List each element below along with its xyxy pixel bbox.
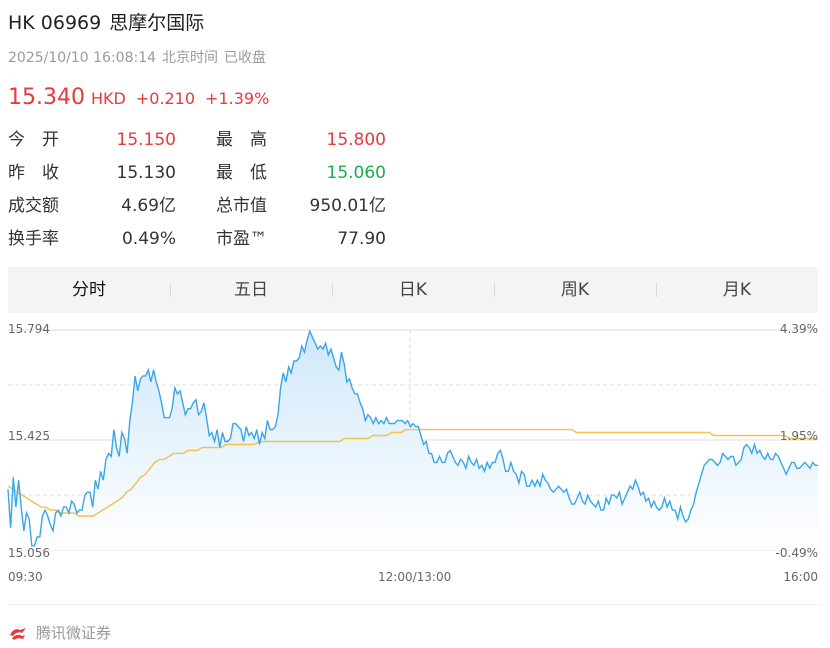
quote-datetime: 2025/10/10 16:08:14 — [8, 50, 157, 66]
y-tick-mid: 15.425 — [8, 429, 50, 443]
stat-market-cap: 总市值 950.01亿 — [216, 194, 386, 218]
pct-tick-top: 4.39% — [779, 322, 818, 336]
stat-label: 市盈™ — [216, 229, 267, 249]
stat-turnover-amount: 成交额 4.69亿 — [8, 194, 176, 218]
stock-name: 思摩尔国际 — [109, 12, 205, 34]
stat-value: 950.01亿 — [309, 196, 386, 216]
price-change: +0.210 — [135, 89, 196, 108]
stat-label: 今 开 — [8, 130, 59, 150]
footer-divider — [8, 604, 822, 605]
stat-low: 最 低 15.060 — [216, 161, 386, 185]
stock-title: HK 06969 思摩尔国际 — [8, 8, 204, 35]
stat-label: 最 高 — [216, 130, 267, 150]
stat-turnover-rate: 换手率 0.49% — [8, 227, 176, 251]
footer: 腾讯微证券 — [8, 622, 111, 643]
tab-monthly-k[interactable]: 月K — [656, 267, 818, 313]
quote-timestamp: 2025/10/10 16:08:14 北京时间 已收盘 — [8, 47, 272, 67]
stat-value: 77.90 — [337, 229, 386, 249]
chart-period-tabs: 分时 五日 日K 周K 月K — [8, 267, 818, 313]
intraday-chart[interactable]: 15.794 15.425 15.056 4.39% 1.95% -0.49% … — [0, 318, 830, 593]
x-tick-close: 16:00 — [783, 570, 818, 584]
stat-prev-close: 昨 收 15.130 — [8, 161, 176, 185]
stock-code: HK 06969 — [8, 12, 102, 34]
stat-label: 昨 收 — [8, 163, 59, 183]
stat-label: 总市值 — [216, 196, 267, 216]
stat-value: 4.69亿 — [121, 196, 176, 216]
y-tick-top: 15.794 — [8, 322, 50, 336]
x-tick-midday: 12:00/13:00 — [378, 570, 452, 584]
pct-tick-bottom: -0.49% — [775, 546, 818, 560]
stat-open: 今 开 15.150 — [8, 128, 176, 152]
stat-high: 最 高 15.800 — [216, 128, 386, 152]
pct-tick-mid: 1.95% — [779, 429, 818, 443]
stat-pe-ttm: 市盈™ 77.90 — [216, 227, 386, 251]
market-status: 已收盘 — [224, 50, 267, 66]
last-price: 15.340 — [8, 85, 85, 110]
y-tick-bottom: 15.056 — [8, 546, 50, 560]
stat-label: 最 低 — [216, 163, 267, 183]
stat-value: 0.49% — [121, 229, 176, 249]
stat-value: 15.060 — [326, 163, 386, 183]
tab-five-day[interactable]: 五日 — [170, 267, 332, 313]
intraday-chart-svg — [7, 329, 818, 551]
tab-intraday[interactable]: 分时 — [8, 267, 170, 313]
stat-value: 15.800 — [326, 130, 386, 150]
price-row: 15.340 HKD +0.210 +1.39% — [8, 85, 269, 110]
footer-brand: 腾讯微证券 — [36, 624, 112, 642]
price-area-fill — [8, 331, 818, 550]
stat-label: 成交额 — [8, 196, 59, 216]
quote-timezone: 北京时间 — [162, 50, 219, 66]
stat-label: 换手率 — [8, 229, 59, 249]
price-change-percent: +1.39% — [205, 89, 270, 108]
x-tick-open: 09:30 — [8, 570, 43, 584]
tab-weekly-k[interactable]: 周K — [494, 267, 656, 313]
tab-daily-k[interactable]: 日K — [332, 267, 494, 313]
currency: HKD — [90, 89, 126, 108]
stat-value: 15.130 — [116, 163, 176, 183]
tencent-securities-logo-icon — [10, 627, 26, 640]
stat-value: 15.150 — [116, 130, 176, 150]
